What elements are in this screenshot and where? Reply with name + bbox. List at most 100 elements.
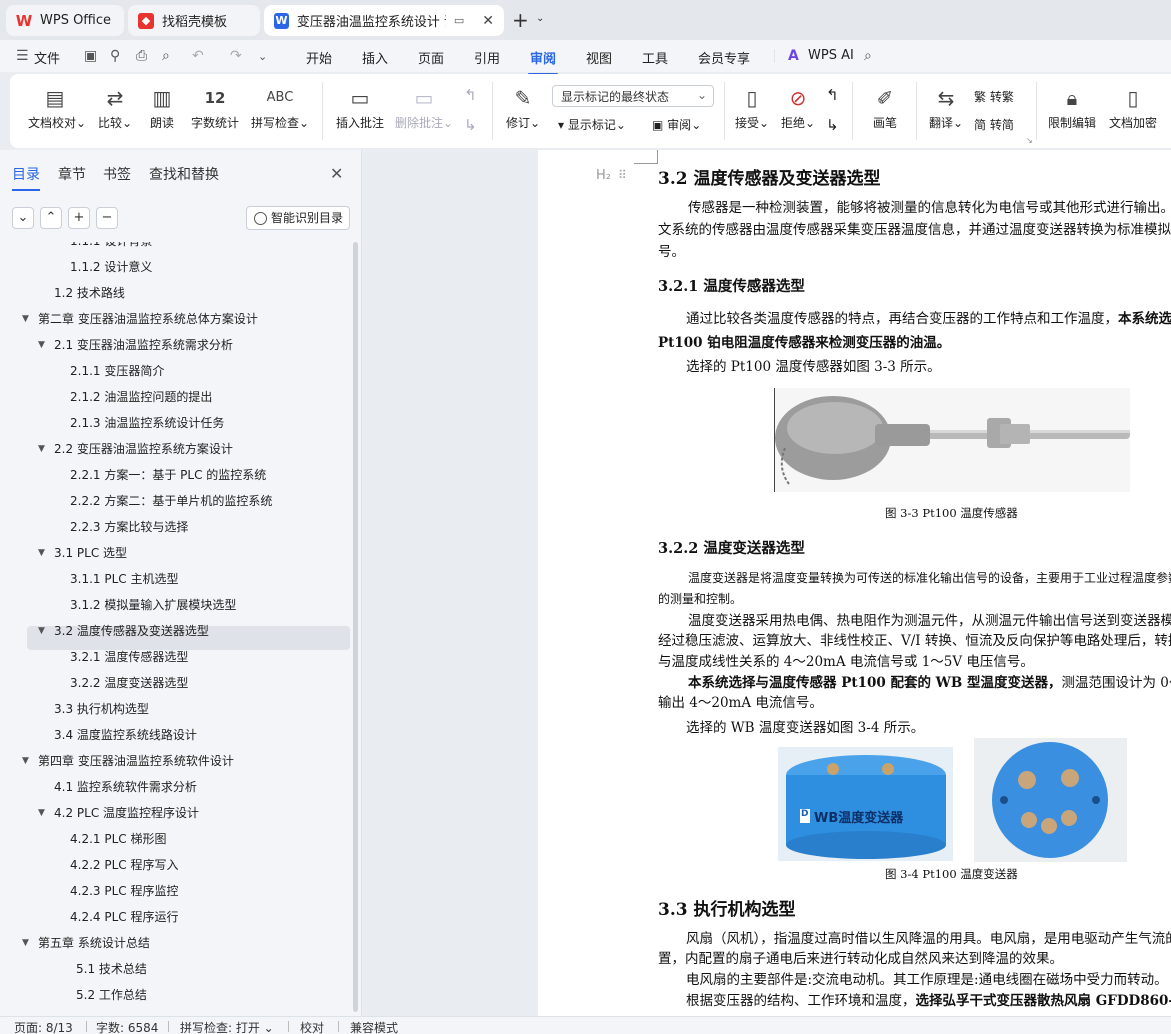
markup-mode-select[interactable]: 显示标记的最终状态 ⌄	[552, 85, 714, 107]
toc-item[interactable]: 2.2.3 方案比较与选择	[70, 516, 188, 538]
menu-member[interactable]: 会员专享	[698, 48, 750, 67]
proofread-button[interactable]: ▤ 文档校对⌄	[28, 84, 86, 131]
toc-item[interactable]: 5.2 工作总结	[76, 984, 147, 1006]
toc-item[interactable]: 2.1.2 油温监控问题的提出	[70, 386, 212, 408]
drag-handle-icon[interactable]: ⠿	[618, 168, 628, 182]
toc-expand-arrow-icon[interactable]: ▼	[38, 802, 45, 824]
toc-item[interactable]: 4.2.1 PLC 梯形图	[70, 828, 166, 850]
word-count-button[interactable]: 12 字数统计	[188, 84, 242, 131]
status-word-count[interactable]: 字数: 6584	[96, 1019, 158, 1034]
print-preview-icon[interactable]: ⌕	[162, 48, 170, 64]
toc-item[interactable]: 4.2.3 PLC 程序监控	[70, 880, 178, 902]
toc-expand-arrow-icon[interactable]: ▼	[38, 620, 45, 642]
toc-item[interactable]: 3.3 执行机构选型	[54, 698, 149, 720]
menu-insert[interactable]: 插入	[362, 48, 388, 67]
nav-tab-bookmarks[interactable]: 书签	[103, 164, 131, 184]
save-icon[interactable]: ▣	[84, 48, 97, 64]
delete-comment-button[interactable]: ▭ 删除批注⌄	[394, 84, 454, 131]
quick-access-more-icon[interactable]: ⌄	[258, 50, 267, 63]
toc-item[interactable]: 4.1 监控系统软件需求分析	[54, 776, 197, 798]
new-tab-icon[interactable]: +	[512, 8, 529, 32]
nav-tab-find-replace[interactable]: 查找和替换	[149, 164, 219, 184]
print-icon[interactable]: ⎙	[136, 48, 147, 64]
toc-expand-arrow-icon[interactable]: ▼	[22, 932, 29, 954]
next-change-icon[interactable]: ↳	[826, 116, 839, 134]
toc-item[interactable]: 3.4 温度监控系统线路设计	[54, 724, 197, 746]
tab-list-chevron-icon[interactable]: ⌄	[536, 13, 544, 24]
close-icon[interactable]: ✕	[330, 164, 343, 183]
collapse-level-button[interactable]: ⌄	[12, 207, 34, 229]
encrypt-button[interactable]: ▯ 文档加密	[1106, 84, 1160, 131]
wps-ai-icon[interactable]: A	[788, 48, 799, 64]
toc-item[interactable]: 1.1.2 设计意义	[70, 256, 152, 278]
next-comment-icon[interactable]: ↳	[464, 116, 477, 134]
toc-item[interactable]: ▼ 2.2 变压器油温监控系统方案设计	[38, 438, 233, 460]
to-simplified-button[interactable]: 简 转简	[974, 116, 1014, 133]
toc-expand-arrow-icon[interactable]: ▼	[38, 334, 45, 356]
menu-tools[interactable]: 工具	[642, 48, 668, 67]
undo-icon[interactable]: ↶	[192, 48, 204, 64]
tab-wps-office[interactable]: W WPS Office	[6, 5, 124, 36]
show-markup-button[interactable]: ▾ 显示标记⌄	[558, 116, 626, 133]
toc-item[interactable]: 3.2.2 温度变送器选型	[70, 672, 188, 694]
toc-item[interactable]: 2.2.2 方案二：基于单片机的监控系统	[70, 490, 272, 512]
toc-expand-arrow-icon[interactable]: ▼	[22, 308, 29, 330]
document-page[interactable]: H₂ ⠿ 3.2 温度传感器及变送器选型 传感器是一种检测装置，能够将被测量的信…	[538, 150, 1171, 1016]
hamburger-menu-icon[interactable]: ☰	[16, 48, 29, 64]
menu-wps-ai[interactable]: WPS AI	[808, 48, 854, 63]
toc-item[interactable]: 2.2.1 方案一：基于 PLC 的监控系统	[70, 464, 266, 486]
tab-document[interactable]: W 变压器油温监控系统设计 课程 ▭ ✕	[264, 5, 504, 36]
pen-button[interactable]: ✐ 画笔	[866, 84, 904, 131]
nav-tab-toc[interactable]: 目录	[12, 164, 40, 191]
insert-comment-button[interactable]: ▭ 插入批注	[334, 84, 386, 131]
prev-comment-icon[interactable]: ↰	[464, 86, 477, 104]
toc-item[interactable]: 5.1 技术总结	[76, 958, 147, 980]
dialog-launcher-icon[interactable]: ↘	[1026, 136, 1033, 145]
translate-button[interactable]: ⇆ 翻译⌄	[924, 84, 968, 131]
toc-item[interactable]: ▼ 第五章 系统设计总结	[22, 932, 150, 954]
toc-item[interactable]: ▼ 4.2 PLC 温度监控程序设计	[38, 802, 199, 824]
toc-item[interactable]: 4.2.4 PLC 程序运行	[70, 906, 178, 928]
toc-item[interactable]: 1.1.1 设计背景	[70, 242, 152, 252]
toc-item[interactable]: ▼ 第四章 变压器油温监控系统软件设计	[22, 750, 234, 772]
toc-expand-arrow-icon[interactable]: ▼	[38, 438, 45, 460]
toc-item[interactable]: 4.2.2 PLC 程序写入	[70, 854, 178, 876]
toc-item[interactable]: 2.1.1 变压器简介	[70, 360, 164, 382]
menu-review[interactable]: 审阅	[527, 48, 559, 75]
toc-item[interactable]: ▼ 3.2 温度传感器及变送器选型	[38, 620, 209, 642]
reject-button[interactable]: ⊘ 拒绝⌄	[778, 84, 818, 131]
menu-references[interactable]: 引用	[474, 48, 500, 67]
toc-item[interactable]: 2.1.3 油温监控系统设计任务	[70, 412, 224, 434]
smart-recognize-toc-button[interactable]: 智能识别目录	[246, 206, 350, 230]
toc-item[interactable]: ▼ 3.1 PLC 选型	[38, 542, 127, 564]
add-heading-button[interactable]: +	[68, 207, 90, 229]
menu-view[interactable]: 视图	[586, 48, 612, 67]
toc-item[interactable]: 1.2 技术路线	[54, 282, 125, 304]
tab-template[interactable]: ◆ 找稻壳模板	[128, 5, 260, 36]
nav-tab-sections[interactable]: 章节	[58, 164, 86, 184]
accept-button[interactable]: ▯ 接受⌄	[732, 84, 772, 131]
expand-level-button[interactable]: ⌃	[40, 207, 62, 229]
revise-button[interactable]: ✎ 修订⌄	[504, 84, 542, 131]
review-pane-button[interactable]: ▣ 审阅⌄	[652, 116, 701, 133]
toc-expand-arrow-icon[interactable]: ▼	[38, 542, 45, 564]
toc-item[interactable]: ▼ 第二章 变压器油温监控系统总体方案设计	[22, 308, 258, 330]
remove-heading-button[interactable]: −	[96, 207, 118, 229]
toc-item[interactable]: 3.1.2 模拟量输入扩展模块选型	[70, 594, 236, 616]
toc-item[interactable]: ▼ 2.1 变压器油温监控系统需求分析	[38, 334, 233, 356]
restrict-edit-button[interactable]: 🔒︎ 限制编辑	[1046, 84, 1098, 131]
status-page[interactable]: 页面: 8/13	[14, 1019, 73, 1034]
status-proofread[interactable]: 校对	[300, 1019, 324, 1034]
status-spell-check[interactable]: 拼写检查: 打开 ⌄	[180, 1019, 274, 1034]
read-aloud-button[interactable]: ▥ 朗读	[146, 84, 178, 131]
redo-icon[interactable]: ↷	[230, 48, 242, 64]
prev-change-icon[interactable]: ↰	[826, 86, 839, 104]
compare-button[interactable]: ⇄ 比较⌄	[96, 84, 134, 131]
menu-home[interactable]: 开始	[306, 48, 332, 67]
toc-item[interactable]: 3.2.1 温度传感器选型	[70, 646, 188, 668]
close-tab-icon[interactable]: ✕	[482, 13, 494, 29]
search-icon[interactable]: ⌕	[864, 48, 872, 64]
share-icon[interactable]: ⚲	[110, 48, 120, 64]
toc-scrollbar[interactable]	[353, 242, 358, 1012]
to-traditional-button[interactable]: 繁 转繁	[974, 88, 1014, 105]
